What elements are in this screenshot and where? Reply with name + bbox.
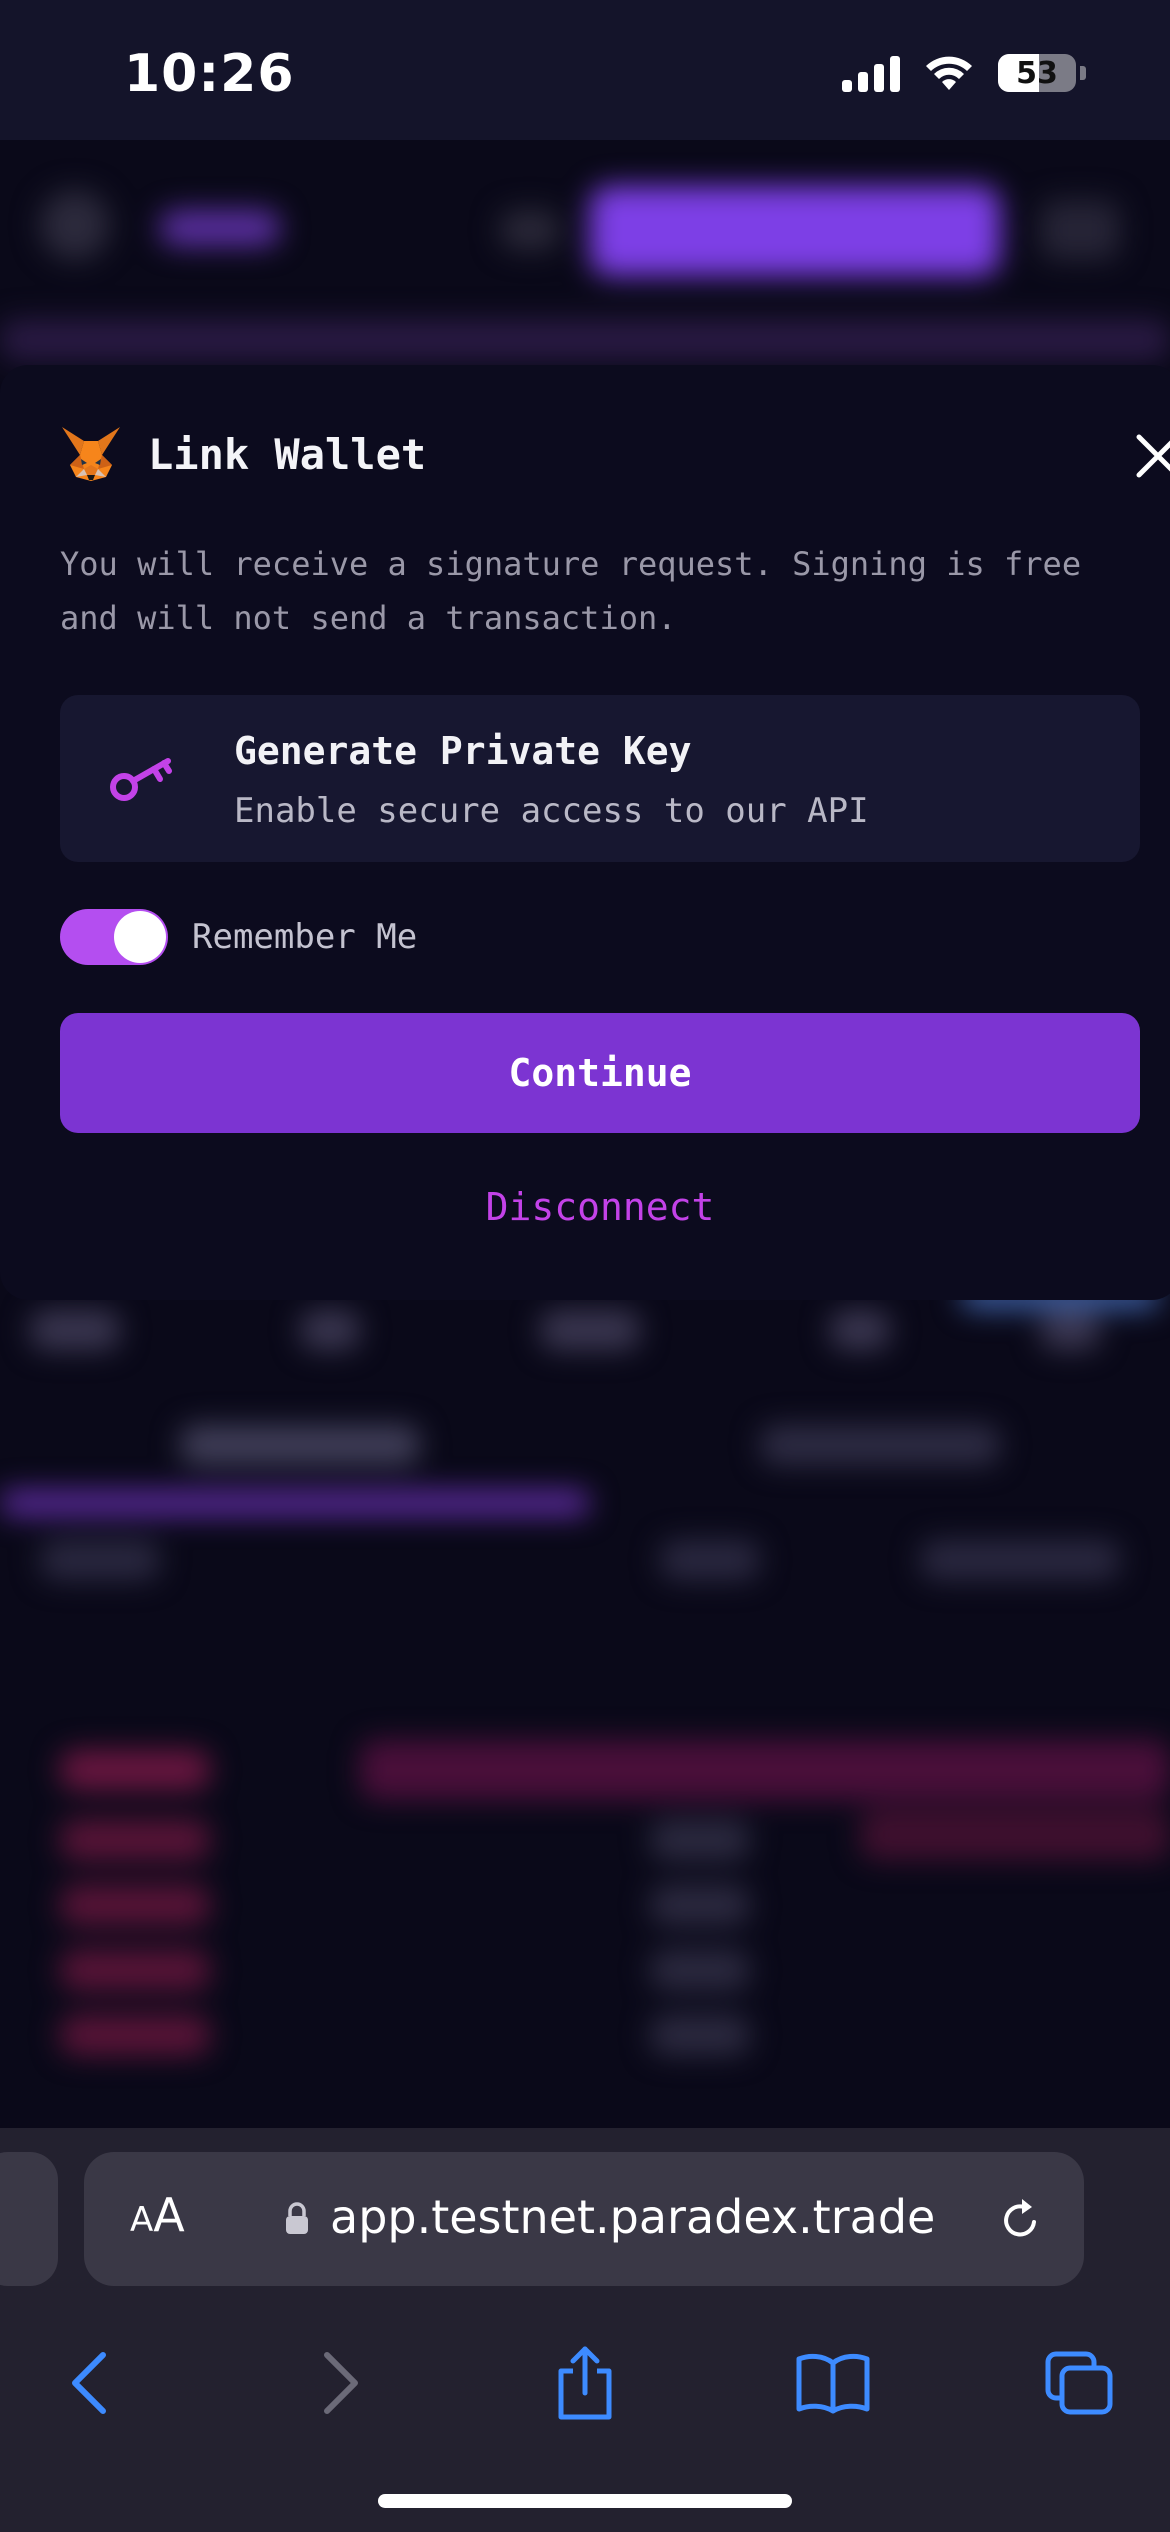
close-icon[interactable] (1135, 433, 1170, 479)
battery-cap (1080, 66, 1086, 80)
wifi-icon (926, 56, 972, 90)
chevron-left-icon (72, 2352, 106, 2414)
url-text: app.testnet.paradex.trade (330, 2190, 936, 2244)
metamask-fox-icon (62, 427, 120, 481)
screen: 10:26 53 Link Wallet You will receive a … (0, 0, 1170, 2532)
toggle-knob (114, 911, 166, 963)
text-size-large-letter: A (153, 2188, 185, 2242)
status-icons: 53 (842, 54, 1086, 92)
book-icon (796, 2353, 870, 2414)
forward-button[interactable] (286, 2328, 396, 2438)
home-indicator (378, 2494, 792, 2508)
key-icon (110, 758, 172, 801)
disconnect-link[interactable]: Disconnect (60, 1185, 1140, 1229)
bookmarks-button[interactable] (778, 2328, 888, 2438)
remember-me-label: Remember Me (192, 917, 418, 957)
browser-nav-row (0, 2328, 1170, 2438)
remember-me-row: Remember Me (60, 909, 417, 965)
modal-header: Link Wallet (60, 425, 426, 483)
status-time: 10:26 (124, 44, 295, 104)
cellular-signal-icon (842, 54, 900, 92)
battery-icon: 53 (998, 54, 1076, 92)
key-card-title: Generate Private Key (234, 729, 692, 773)
share-icon (558, 2346, 612, 2420)
generate-private-key-card[interactable]: Generate Private Key Enable secure acces… (60, 695, 1140, 862)
tabs-icon (1045, 2351, 1113, 2415)
back-button[interactable] (34, 2328, 144, 2438)
modal-title: Link Wallet (148, 429, 427, 479)
battery-level: 53 (1016, 55, 1058, 91)
previous-tab-peek[interactable] (0, 2152, 58, 2286)
continue-button[interactable]: Continue (60, 1013, 1140, 1133)
share-button[interactable] (530, 2328, 640, 2438)
lock-icon (286, 2202, 308, 2234)
text-size-small-letter: A (130, 2200, 154, 2240)
remember-me-toggle[interactable] (60, 909, 168, 965)
browser-toolbar: AA app.testnet.paradex.trade (0, 2128, 1170, 2532)
address-bar[interactable]: AA app.testnet.paradex.trade (84, 2152, 1084, 2286)
text-size-button[interactable]: AA (130, 2188, 185, 2242)
link-wallet-modal: Link Wallet You will receive a signature… (0, 365, 1170, 1300)
tabs-button[interactable] (1024, 2328, 1134, 2438)
chevron-right-icon (324, 2352, 358, 2414)
status-bar: 10:26 53 (0, 0, 1170, 140)
modal-description: You will receive a signature request. Si… (60, 545, 1082, 637)
reload-icon[interactable] (996, 2196, 1044, 2244)
key-card-subtitle: Enable secure access to our API (234, 791, 869, 831)
